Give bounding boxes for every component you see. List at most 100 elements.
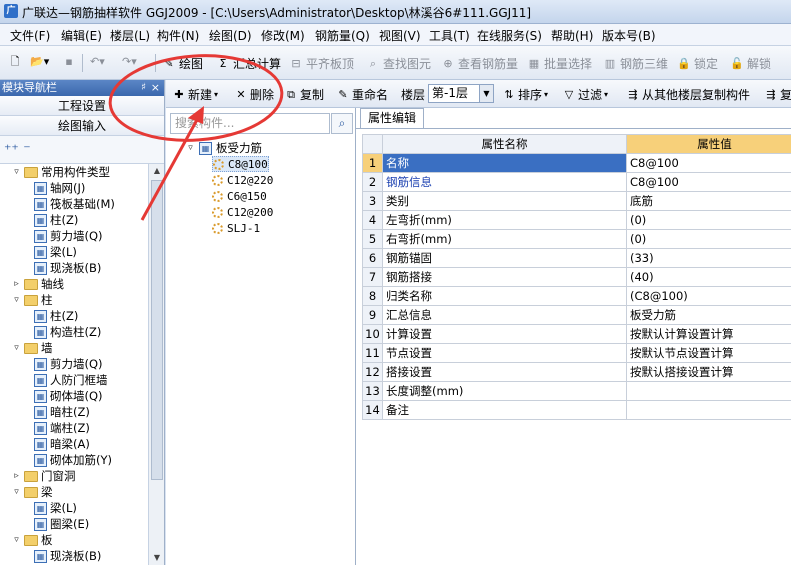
- undo-icon[interactable]: ↶▾: [90, 55, 105, 69]
- tree-item[interactable]: ▦ 暗柱(Z): [34, 404, 90, 420]
- property-value[interactable]: (C8@100): [626, 286, 791, 306]
- property-value[interactable]: 按默认节点设置计算: [626, 343, 791, 363]
- find-element-button[interactable]: ⌕ 查找图元: [366, 55, 431, 72]
- menu-edit[interactable]: 编辑(E): [61, 27, 102, 44]
- open-folder-icon[interactable]: 📂▾: [30, 55, 49, 69]
- property-value[interactable]: C8@100: [626, 153, 791, 173]
- draw-button[interactable]: ✎ 绘图: [162, 55, 203, 72]
- flat-slab-button[interactable]: ⊟ 平齐板顶: [289, 55, 354, 72]
- search-input[interactable]: 搜索构件...: [170, 113, 330, 134]
- menu-floor[interactable]: 楼层(L): [110, 27, 150, 44]
- table-row[interactable]: 12 搭接设置 按默认搭接设置计算: [362, 362, 791, 382]
- chevron-right-icon[interactable]: ▹: [12, 468, 21, 484]
- tree-item[interactable]: ▦ 剪力墙(Q): [34, 228, 103, 244]
- redo-icon[interactable]: ↷▾: [122, 55, 137, 69]
- tree-item[interactable]: ▦ 梁(L): [34, 244, 77, 260]
- table-row[interactable]: 6 钢筋锚固 (33): [362, 248, 791, 268]
- project-settings-button[interactable]: 工程设置: [0, 96, 164, 116]
- expand-all-icon[interactable]: ⁺⁺: [4, 142, 19, 158]
- chevron-right-icon[interactable]: ▹: [12, 276, 21, 292]
- property-value[interactable]: (40): [626, 267, 791, 287]
- property-value[interactable]: 底筋: [626, 191, 791, 211]
- nav-scrollbar[interactable]: ▲ ▼: [148, 164, 164, 565]
- tree-folder[interactable]: ▿ 常用构件类型: [12, 164, 110, 180]
- pin-icon[interactable]: ♯: [141, 80, 146, 96]
- filter-button[interactable]: ▽ 过滤 ▾: [562, 86, 608, 103]
- chevron-down-icon[interactable]: ▿: [12, 532, 21, 548]
- rebar-3d-button[interactable]: ▥ 钢筋三维: [603, 55, 668, 72]
- menu-rebar-qty[interactable]: 钢筋量(Q): [315, 27, 370, 44]
- property-value[interactable]: [626, 400, 791, 420]
- chevron-down-icon[interactable]: ▿: [186, 143, 195, 153]
- property-value[interactable]: (0): [626, 229, 791, 249]
- property-value[interactable]: (33): [626, 248, 791, 268]
- table-row[interactable]: 1 名称 C8@100: [362, 153, 791, 173]
- tree-item[interactable]: ▦ 暗梁(A): [34, 436, 90, 452]
- menu-component[interactable]: 构件(N): [157, 27, 199, 44]
- sum-calc-button[interactable]: Σ 汇总计算: [216, 55, 282, 72]
- scroll-down-icon[interactable]: ▼: [149, 551, 165, 565]
- tree-item[interactable]: ▦ 砌体加筋(Y): [34, 452, 112, 468]
- table-row[interactable]: 13 长度调整(mm): [362, 381, 791, 401]
- scroll-thumb[interactable]: [151, 180, 163, 480]
- table-row[interactable]: 3 类别 底筋: [362, 191, 791, 211]
- table-row[interactable]: 14 备注: [362, 400, 791, 420]
- tree-item[interactable]: ▦ 柱(Z): [34, 212, 78, 228]
- unlock-button[interactable]: 🔓 解锁: [730, 55, 771, 72]
- tree-folder[interactable]: ▿ 墙: [12, 340, 52, 356]
- tree-item[interactable]: ▦ 剪力墙(Q): [34, 356, 103, 372]
- menu-view[interactable]: 视图(V): [379, 27, 421, 44]
- menu-version[interactable]: 版本号(B): [602, 27, 656, 44]
- property-value[interactable]: [626, 381, 791, 401]
- property-value[interactable]: C8@100: [626, 172, 791, 192]
- component-item[interactable]: C12@220: [212, 172, 273, 188]
- chevron-down-icon[interactable]: ▿: [12, 292, 21, 308]
- sort-button[interactable]: ⇅ 排序 ▾: [502, 86, 548, 103]
- chevron-down-icon[interactable]: ▿: [12, 340, 21, 356]
- tree-item[interactable]: ▦ 梁(L): [34, 500, 77, 516]
- component-item[interactable]: C8@100: [212, 156, 269, 172]
- save-icon[interactable]: ▪: [62, 55, 76, 69]
- menu-file[interactable]: 文件(F): [10, 27, 50, 44]
- chevron-down-icon[interactable]: ▼: [479, 85, 493, 102]
- draw-input-button[interactable]: 绘图输入: [0, 116, 164, 136]
- batch-select-button[interactable]: ▦ 批量选择: [527, 55, 592, 72]
- tree-item[interactable]: ▦ 砌体墙(Q): [34, 388, 103, 404]
- property-value[interactable]: 按默认计算设置计算: [626, 324, 791, 344]
- new-button[interactable]: ✚ 新建 ▾: [172, 86, 218, 103]
- tree-item[interactable]: ▦ 端柱(Z): [34, 420, 90, 436]
- tree-item[interactable]: ▦ 柱(Z): [34, 308, 78, 324]
- table-row[interactable]: 8 归类名称 (C8@100): [362, 286, 791, 306]
- table-row[interactable]: 10 计算设置 按默认计算设置计算: [362, 324, 791, 344]
- property-value[interactable]: 板受力筋: [626, 305, 791, 325]
- more-button[interactable]: ⇶ 复: [764, 86, 791, 103]
- menu-online[interactable]: 在线服务(S): [477, 27, 542, 44]
- tree-item[interactable]: ▦ 筏板基础(M): [34, 196, 115, 212]
- component-item[interactable]: SLJ-1: [212, 220, 260, 236]
- component-item[interactable]: C12@200: [212, 204, 273, 220]
- property-value[interactable]: 按默认搭接设置计算: [626, 362, 791, 382]
- delete-button[interactable]: ✕ 删除: [234, 86, 274, 103]
- chevron-down-icon[interactable]: ▿: [12, 164, 21, 180]
- menu-tools[interactable]: 工具(T): [429, 27, 470, 44]
- menu-modify[interactable]: 修改(M): [261, 27, 305, 44]
- tree-item[interactable]: ▦ 人防门框墙: [34, 372, 108, 388]
- rename-button[interactable]: ✎ 重命名: [336, 86, 388, 103]
- tree-item[interactable]: ▦ 构造柱(Z): [34, 324, 101, 340]
- collapse-all-icon[interactable]: ⁻: [23, 142, 30, 158]
- floor-select[interactable]: 第-1层 ▼: [428, 84, 494, 103]
- tree-item[interactable]: ▦ 现浇板(B): [34, 260, 101, 276]
- tree-item[interactable]: ▦ 轴网(J): [34, 180, 85, 196]
- tree-item[interactable]: ▦ 现浇板(B): [34, 548, 101, 564]
- copy-from-floor-button[interactable]: ⇶ 从其他楼层复制构件: [626, 86, 750, 103]
- property-value[interactable]: (0): [626, 210, 791, 230]
- search-icon[interactable]: ⌕: [331, 113, 353, 134]
- table-row[interactable]: 7 钢筋搭接 (40): [362, 267, 791, 287]
- table-row[interactable]: 9 汇总信息 板受力筋: [362, 305, 791, 325]
- view-rebar-button[interactable]: ⊕ 查看钢筋量: [441, 55, 518, 72]
- menu-help[interactable]: 帮助(H): [551, 27, 593, 44]
- copy-button[interactable]: ⧉ 复制: [284, 86, 324, 103]
- lock-button[interactable]: 🔒 锁定: [677, 55, 718, 72]
- tree-folder[interactable]: ▿ 板: [12, 532, 52, 548]
- chevron-down-icon[interactable]: ▿: [12, 484, 21, 500]
